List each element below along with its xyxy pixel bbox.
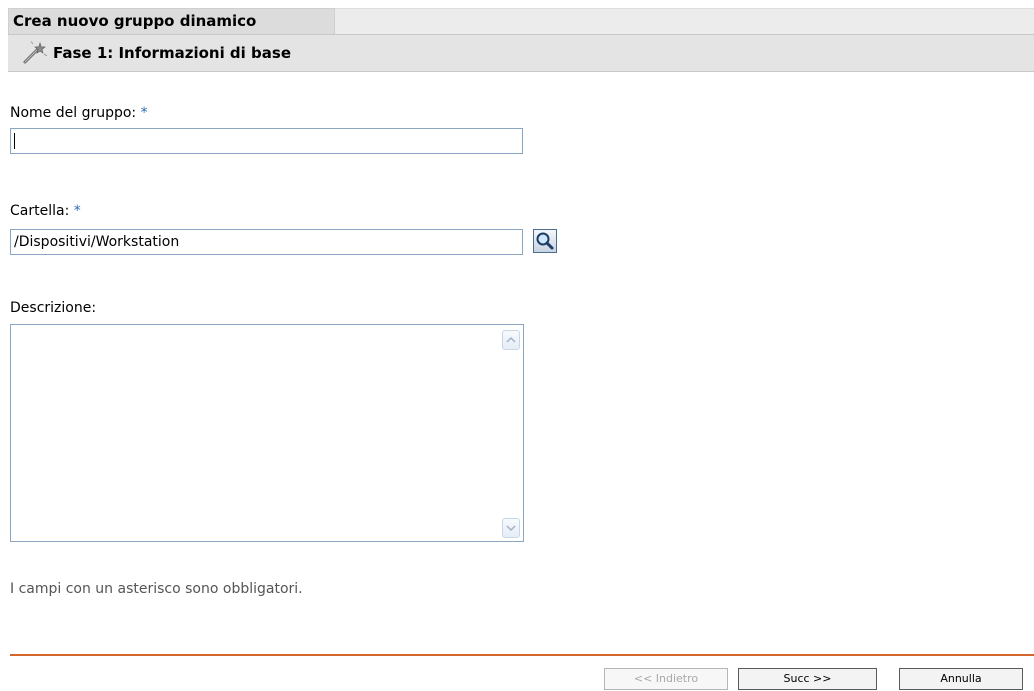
step-title: Fase 1: Informazioni di base <box>53 44 291 62</box>
magnifier-icon <box>536 232 554 250</box>
step-header: Fase 1: Informazioni di base <box>8 34 1034 72</box>
cancel-button[interactable]: Annulla <box>899 668 1023 690</box>
chevron-down-icon <box>506 525 516 532</box>
group-name-label: Nome del gruppo: * <box>10 105 148 121</box>
next-button[interactable]: Succ >> <box>738 668 877 690</box>
description-textarea[interactable] <box>10 324 524 542</box>
folder-value: /Dispositivi/Workstation <box>14 234 180 250</box>
dialog-title-text: Crea nuovo gruppo dinamico <box>13 12 257 30</box>
title-bar-filler <box>335 8 1034 34</box>
text-cursor <box>14 133 15 149</box>
scroll-up-button[interactable] <box>502 330 520 350</box>
group-name-label-text: Nome del gruppo: <box>10 105 137 121</box>
folder-input[interactable]: /Dispositivi/Workstation <box>10 229 523 255</box>
required-asterisk: * <box>140 105 148 121</box>
required-asterisk: * <box>73 203 81 219</box>
wand-icon <box>23 41 48 64</box>
folder-label-text: Cartella: <box>10 203 70 219</box>
folder-label: Cartella: * <box>10 203 81 219</box>
dialog-title: Crea nuovo gruppo dinamico <box>8 8 335 34</box>
scroll-down-button[interactable] <box>502 518 520 538</box>
chevron-up-icon <box>506 336 516 343</box>
browse-folder-button[interactable] <box>533 229 557 253</box>
description-label: Descrizione: <box>10 300 96 316</box>
back-button[interactable]: << Indietro <box>604 668 728 690</box>
footer-divider <box>10 654 1034 656</box>
required-fields-note: I campi con un asterisco sono obbligator… <box>10 581 303 597</box>
description-scrollbar[interactable] <box>500 326 522 540</box>
description-label-text: Descrizione: <box>10 300 97 316</box>
group-name-input[interactable] <box>10 128 523 154</box>
